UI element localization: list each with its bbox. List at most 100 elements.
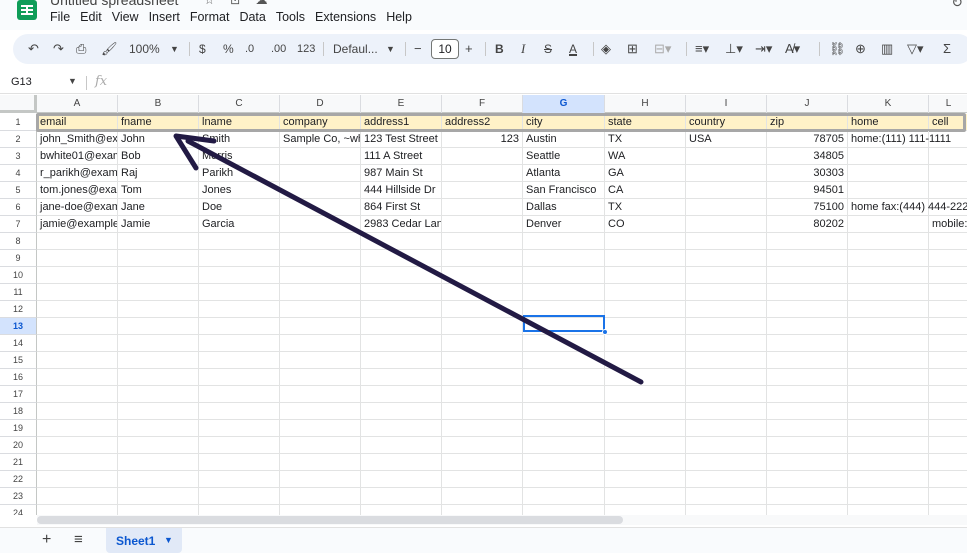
cell-f4[interactable]	[442, 165, 523, 181]
column-header-j[interactable]: J	[767, 95, 848, 113]
cell-d23[interactable]	[280, 488, 361, 504]
cell-b13[interactable]	[118, 318, 199, 334]
cell-c23[interactable]	[199, 488, 280, 504]
cell-j18[interactable]	[767, 403, 848, 419]
more-formats-button[interactable]: 123	[297, 40, 315, 58]
cell-e19[interactable]	[361, 420, 442, 436]
cell-d14[interactable]	[280, 335, 361, 351]
cell-g21[interactable]	[523, 454, 605, 470]
cell-c24[interactable]	[199, 505, 280, 515]
cell-b6[interactable]: Jane	[118, 199, 199, 215]
cell-b12[interactable]	[118, 301, 199, 317]
cell-k11[interactable]	[848, 284, 929, 300]
cell-e21[interactable]	[361, 454, 442, 470]
sheets-logo-icon[interactable]	[17, 0, 37, 20]
cell-h23[interactable]	[605, 488, 686, 504]
cell-j10[interactable]	[767, 267, 848, 283]
cell-a16[interactable]	[37, 369, 118, 385]
cell-k19[interactable]	[848, 420, 929, 436]
cell-d21[interactable]	[280, 454, 361, 470]
font-family-select[interactable]: Defaul...	[333, 40, 378, 58]
name-box-dropdown-icon[interactable]: ▼	[68, 76, 77, 86]
cell-c18[interactable]	[199, 403, 280, 419]
cell-j13[interactable]	[767, 318, 848, 334]
cell-i23[interactable]	[686, 488, 767, 504]
column-header-k[interactable]: K	[848, 95, 929, 113]
cell-a5[interactable]: tom.jones@exar	[37, 182, 118, 198]
cell-h11[interactable]	[605, 284, 686, 300]
horizontal-align-icon[interactable]: ≡▾	[695, 40, 709, 58]
cell-b1[interactable]: fname	[118, 114, 199, 130]
cell-h24[interactable]	[605, 505, 686, 515]
cell-a19[interactable]	[37, 420, 118, 436]
zoom-select[interactable]: 100%	[129, 40, 160, 58]
cell-h21[interactable]	[605, 454, 686, 470]
cell-h6[interactable]: TX	[605, 199, 686, 215]
cell-g20[interactable]	[523, 437, 605, 453]
cell-b16[interactable]	[118, 369, 199, 385]
column-header-i[interactable]: I	[686, 95, 767, 113]
row-header-18[interactable]: 18	[0, 403, 37, 420]
cell-i15[interactable]	[686, 352, 767, 368]
cell-i2[interactable]: USA	[686, 131, 767, 147]
cell-h10[interactable]	[605, 267, 686, 283]
cell-k5[interactable]	[848, 182, 929, 198]
cell-h12[interactable]	[605, 301, 686, 317]
bold-button[interactable]: B	[495, 40, 504, 58]
cell-a3[interactable]: bwhite01@exam	[37, 148, 118, 164]
cell-g14[interactable]	[523, 335, 605, 351]
cell-i8[interactable]	[686, 233, 767, 249]
cell-f6[interactable]	[442, 199, 523, 215]
row-header-3[interactable]: 3	[0, 148, 37, 165]
cell-l8[interactable]	[929, 233, 967, 249]
cell-k6[interactable]: home fax:(444) 444-222	[848, 199, 967, 215]
cell-e5[interactable]: 444 Hillside Dr	[361, 182, 442, 198]
cell-a6[interactable]: jane-doe@exam	[37, 199, 118, 215]
cell-j3[interactable]: 34805	[767, 148, 848, 164]
cell-i24[interactable]	[686, 505, 767, 515]
cell-c19[interactable]	[199, 420, 280, 436]
cell-k4[interactable]	[848, 165, 929, 181]
cell-l15[interactable]	[929, 352, 967, 368]
cell-l3[interactable]	[929, 148, 967, 164]
cell-f22[interactable]	[442, 471, 523, 487]
cell-b4[interactable]: Raj	[118, 165, 199, 181]
column-header-a[interactable]: A	[37, 95, 118, 113]
cell-l10[interactable]	[929, 267, 967, 283]
spreadsheet-grid[interactable]: ABCDEFGHIJKL 1 2 3 4 5 6 7 8 9 10 11 12 13 14 15 16 17 18…	[0, 95, 967, 515]
cell-e12[interactable]	[361, 301, 442, 317]
cell-i17[interactable]	[686, 386, 767, 402]
cell-f5[interactable]	[442, 182, 523, 198]
select-all-corner[interactable]	[0, 95, 37, 113]
cell-a18[interactable]	[37, 403, 118, 419]
cell-b21[interactable]	[118, 454, 199, 470]
cell-k21[interactable]	[848, 454, 929, 470]
cell-d3[interactable]	[280, 148, 361, 164]
cell-e8[interactable]	[361, 233, 442, 249]
functions-icon[interactable]: Σ	[943, 40, 951, 58]
undo-icon[interactable]: ↶	[28, 40, 39, 58]
cell-g4[interactable]: Atlanta	[523, 165, 605, 181]
cell-f21[interactable]	[442, 454, 523, 470]
text-rotation-icon[interactable]: A̸▾	[785, 40, 800, 58]
cell-f18[interactable]	[442, 403, 523, 419]
cell-i22[interactable]	[686, 471, 767, 487]
print-icon[interactable]: ⎙	[76, 40, 86, 58]
cell-c1[interactable]: lname	[199, 114, 280, 130]
cell-d5[interactable]	[280, 182, 361, 198]
cell-l19[interactable]	[929, 420, 967, 436]
cell-a7[interactable]: jamie@example	[37, 216, 118, 232]
cell-g23[interactable]	[523, 488, 605, 504]
cell-h14[interactable]	[605, 335, 686, 351]
row-header-14[interactable]: 14	[0, 335, 37, 352]
cell-a14[interactable]	[37, 335, 118, 351]
cell-c2[interactable]: Smith	[199, 131, 280, 147]
cell-c5[interactable]: Jones	[199, 182, 280, 198]
row-header-16[interactable]: 16	[0, 369, 37, 386]
cell-c8[interactable]	[199, 233, 280, 249]
row-header-13[interactable]: 13	[0, 318, 37, 335]
borders-icon[interactable]: ⊞	[627, 40, 638, 58]
cell-h18[interactable]	[605, 403, 686, 419]
cell-f8[interactable]	[442, 233, 523, 249]
cell-j11[interactable]	[767, 284, 848, 300]
